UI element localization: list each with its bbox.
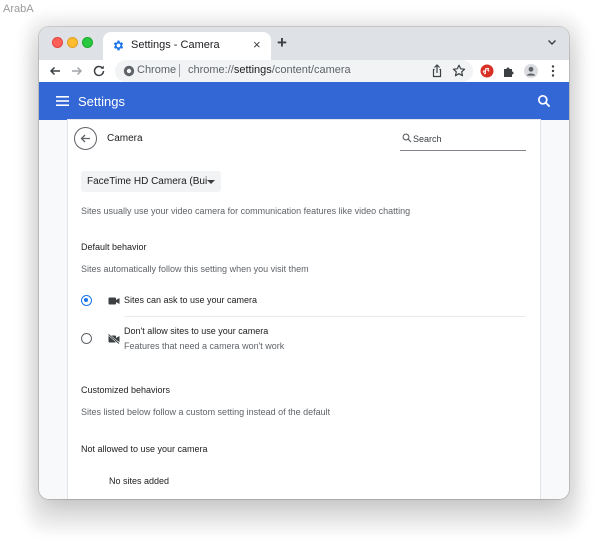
url-host: settings (233, 64, 272, 76)
reload-icon[interactable] (91, 63, 107, 79)
block-camera-sublabel: Features that need a camera won't work (124, 341, 285, 351)
settings-content: Camera FaceTime HD Camera (Built-in) Sit… (39, 120, 569, 499)
search-icon[interactable] (537, 94, 551, 108)
tab-title: Settings - Camera (131, 39, 220, 51)
customized-behaviors-heading: Customized behaviors (81, 385, 171, 395)
default-behavior-subtitle: Sites automatically follow this setting … (81, 264, 309, 274)
chrome-site-icon (123, 65, 135, 77)
camera-device-select[interactable]: FaceTime HD Camera (Built-in) (81, 171, 221, 192)
camera-icon (108, 297, 120, 305)
close-window-button[interactable] (52, 37, 63, 48)
site-chip-label: Chrome (137, 64, 177, 76)
more-menu-icon[interactable] (545, 63, 561, 79)
app-title: Settings (78, 94, 125, 109)
new-tab-button[interactable]: + (277, 34, 287, 51)
hamburger-menu-icon[interactable] (56, 95, 69, 107)
dropdown-arrow-icon (207, 180, 215, 184)
close-tab-icon[interactable]: × (253, 38, 261, 52)
tab-settings-camera[interactable]: Settings - Camera × (103, 32, 271, 60)
allow-camera-label: Sites can ask to use your camera (124, 295, 258, 305)
camera-settings-card: Camera FaceTime HD Camera (Built-in) Sit… (68, 120, 540, 499)
url-scheme: chrome:// (188, 64, 234, 76)
search-icon (402, 133, 412, 143)
chevron-down-icon[interactable] (547, 37, 557, 47)
options-divider (124, 316, 526, 317)
forward-arrow-icon[interactable] (69, 63, 85, 79)
tab-strip: Settings - Camera × + (39, 27, 569, 60)
url-text: chrome://settings/content/camera (188, 64, 351, 76)
back-button[interactable] (74, 127, 97, 150)
settings-gear-icon (113, 40, 124, 51)
default-behavior-heading: Default behavior (81, 242, 147, 252)
page-title: Camera (107, 133, 143, 144)
browser-window: Settings - Camera × + Chrome chrome://se… (39, 27, 569, 499)
share-icon[interactable] (429, 63, 445, 79)
block-camera-label: Don't allow sites to use your camera (124, 326, 269, 336)
not-allowed-heading: Not allowed to use your camera (81, 444, 208, 454)
back-arrow-icon (80, 134, 90, 143)
customized-behaviors-subtitle: Sites listed below follow a custom setti… (81, 407, 331, 417)
extensions-puzzle-icon[interactable] (501, 63, 517, 79)
watermark-text: ArabA (3, 3, 34, 15)
camera-off-icon (108, 334, 120, 344)
allow-camera-radio[interactable] (81, 295, 92, 306)
camera-description: Sites usually use your video camera for … (81, 206, 411, 216)
back-arrow-icon[interactable] (47, 63, 63, 79)
profile-avatar-icon[interactable] (523, 63, 539, 79)
camera-device-value: FaceTime HD Camera (Built-in) (87, 176, 207, 187)
adblock-extension-icon[interactable] (479, 63, 495, 79)
search-input[interactable] (413, 130, 521, 148)
address-bar[interactable]: Chrome chrome://settings/content/camera (115, 60, 473, 82)
url-path: /content/camera (271, 64, 351, 76)
zoom-window-button[interactable] (82, 37, 93, 48)
search-field (400, 130, 526, 151)
bookmark-star-icon[interactable] (451, 63, 467, 79)
browser-toolbar: Chrome chrome://settings/content/camera (39, 60, 569, 82)
settings-app-bar: Settings (39, 82, 569, 120)
block-camera-radio[interactable] (81, 333, 92, 344)
minimize-window-button[interactable] (67, 37, 78, 48)
omnibox-separator (179, 64, 180, 77)
no-sites-added-text: No sites added (109, 476, 170, 486)
